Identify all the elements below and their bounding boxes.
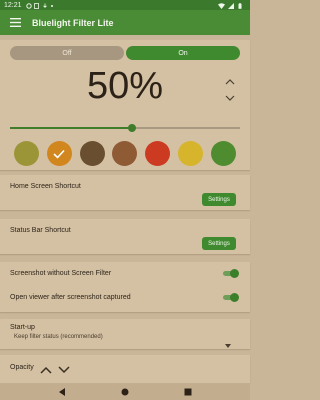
opacity-slider[interactable] [10, 124, 240, 132]
home-shortcut-card: Home Screen Shortcut Settings [0, 175, 250, 210]
status-shortcut-settings-button[interactable]: Settings [202, 237, 236, 250]
increase-arrow-button[interactable] [224, 76, 236, 88]
screenshot-options-card: Screenshot without Screen Filter Open vi… [0, 262, 250, 312]
open-viewer-toggle-label: Open viewer after screenshot captured [10, 294, 131, 301]
screenshot-toggle-switch[interactable] [222, 269, 239, 278]
dropdown-arrow-icon [225, 335, 231, 353]
opacity-card: Opacity [0, 355, 250, 383]
slider-thumb[interactable] [127, 124, 136, 132]
download-icon [42, 3, 48, 8]
color-swatch[interactable] [112, 141, 138, 166]
opacity-up-button[interactable] [40, 361, 52, 374]
opacity-percent: 50% [86, 65, 164, 107]
gear-icon [25, 2, 32, 9]
status-bar: 12:21 [0, 0, 250, 10]
hamburger-menu-icon[interactable] [10, 17, 22, 29]
chevron-down-icon [225, 95, 235, 101]
slider-fill [10, 127, 132, 129]
color-swatch[interactable] [14, 141, 39, 166]
chevron-up-icon [225, 79, 235, 85]
home-shortcut-title: Home Screen Shortcut [10, 183, 81, 190]
color-swatch[interactable] [178, 141, 204, 166]
startup-selected-option: Keep filter status (recommended) [14, 334, 103, 340]
chevron-down-icon [58, 366, 70, 374]
home-shortcut-settings-button[interactable]: Settings [202, 193, 236, 206]
color-swatch[interactable] [145, 141, 171, 166]
battery-icon [238, 2, 244, 9]
status-shortcut-card: Status Bar Shortcut Settings [0, 219, 250, 254]
app-title: Bluelight Filter Lite [32, 17, 114, 28]
filter-on-button[interactable]: On [126, 46, 240, 60]
opacity-title: Opacity [10, 364, 34, 371]
dot-icon [50, 3, 56, 8]
back-icon[interactable] [58, 387, 67, 396]
chevron-up-icon [40, 366, 52, 374]
startup-card[interactable]: Start-up Keep filter status (recommended… [0, 319, 250, 349]
app-bar: Bluelight Filter Lite [0, 10, 250, 35]
signal-icon [228, 2, 234, 9]
open-viewer-toggle-switch[interactable] [222, 293, 239, 302]
check-icon [53, 149, 65, 159]
filter-off-button[interactable]: Off [10, 46, 124, 60]
color-swatch[interactable] [79, 141, 105, 166]
recents-icon[interactable] [184, 387, 193, 396]
filter-toggle: Off On [10, 46, 240, 60]
color-swatch-row [14, 141, 236, 167]
home-icon[interactable] [121, 387, 130, 396]
wifi-icon [218, 2, 225, 9]
navigation-bar [0, 383, 250, 400]
status-time: 12:21 [4, 1, 22, 9]
color-swatch[interactable] [210, 141, 236, 166]
opacity-down-button[interactable] [58, 361, 70, 374]
screenshot-toggle-label: Screenshot without Screen Filter [10, 270, 112, 277]
decrease-arrow-button[interactable] [224, 92, 236, 104]
startup-title: Start-up [10, 324, 35, 331]
battery-saver-icon [33, 2, 40, 9]
status-shortcut-title: Status Bar Shortcut [10, 227, 71, 234]
color-swatch[interactable] [46, 141, 72, 166]
